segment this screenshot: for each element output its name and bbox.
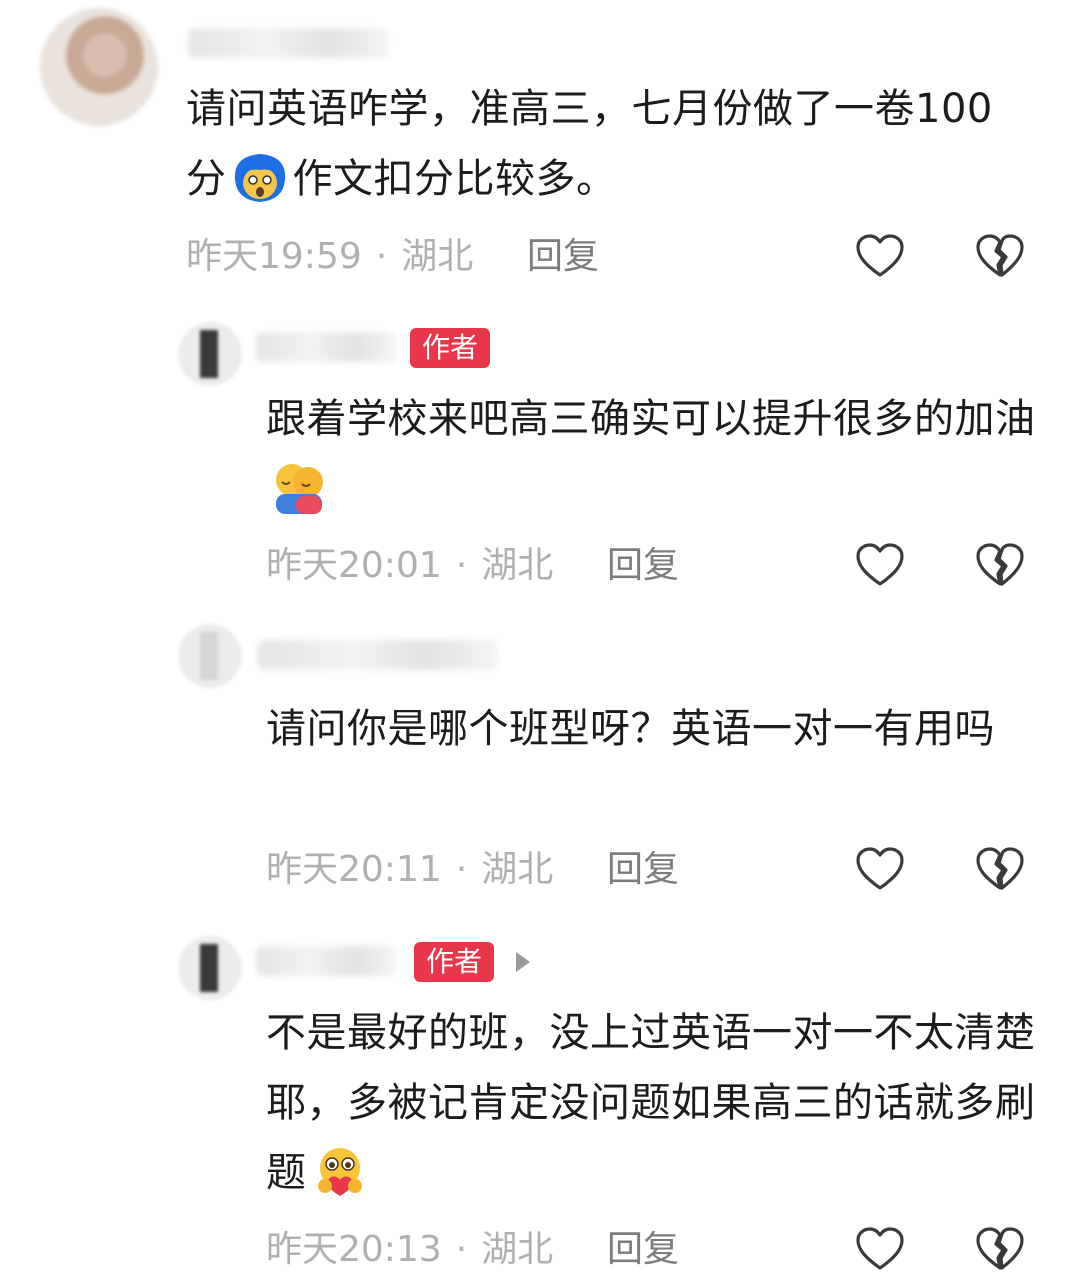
like-button[interactable] [855, 846, 905, 892]
separator: · [455, 545, 468, 586]
comment-text: 请问你是哪个班型呀？英语一对一有用吗 [266, 706, 995, 752]
comment-meta: 昨天19:59 · 湖北 [186, 235, 473, 279]
reply-button[interactable]: 回复 [527, 235, 599, 279]
location: 湖北 [481, 849, 554, 890]
comment-meta: 昨天20:01 · 湖北 [266, 544, 553, 588]
heart-outline-icon [856, 1227, 904, 1270]
heart-outline-icon [856, 847, 904, 890]
avatar[interactable] [178, 624, 242, 688]
separator: · [455, 849, 468, 890]
comment-meta: 昨天20:13 · 湖北 [266, 1228, 553, 1272]
reply-button[interactable]: 回复 [607, 848, 679, 892]
username-blurred[interactable] [256, 332, 396, 362]
comment-text: 请问英语咋学，准高三，七月份做了一卷100分 作文扣分比较多。 [186, 86, 993, 202]
timestamp: 昨天20:13 [266, 1229, 442, 1270]
heart-outline-icon [856, 234, 904, 277]
avatar[interactable] [40, 8, 158, 126]
hug-emoji [268, 460, 330, 514]
username-blurred[interactable] [256, 946, 396, 976]
like-button[interactable] [855, 1226, 905, 1272]
comment-meta: 昨天20:11 · 湖北 [266, 848, 553, 892]
dislike-button[interactable] [975, 846, 1025, 892]
comment-text: 跟着学校来吧高三确实可以提升很多的加油 [266, 384, 1036, 524]
shocked-face-emoji [229, 150, 291, 202]
dislike-button[interactable] [975, 233, 1025, 279]
timestamp: 昨天20:11 [266, 849, 442, 890]
broken-heart-icon [976, 234, 1024, 277]
author-badge: 作者 [414, 942, 495, 982]
username-blurred[interactable] [258, 640, 498, 670]
separator: · [375, 236, 388, 277]
reply-button[interactable]: 回复 [607, 1228, 679, 1272]
location: 湖北 [481, 545, 554, 586]
play-arrow-icon [516, 952, 530, 972]
broken-heart-icon [976, 1227, 1024, 1270]
timestamp: 昨天20:01 [266, 545, 442, 586]
separator: · [455, 1229, 468, 1270]
avatar[interactable] [178, 322, 242, 386]
timestamp: 昨天19:59 [186, 236, 362, 277]
dislike-button[interactable] [975, 542, 1025, 588]
location: 湖北 [481, 1229, 554, 1270]
dislike-button[interactable] [975, 1226, 1025, 1272]
username-blurred[interactable] [188, 28, 388, 58]
reply-button[interactable]: 回复 [607, 544, 679, 588]
broken-heart-icon [976, 543, 1024, 586]
location: 湖北 [401, 236, 474, 277]
avatar[interactable] [178, 936, 242, 1000]
comment-text: 不是最好的班，没上过英语一对一不太清楚耶，多被记肯定没问题如果高三的话就多刷题 [266, 1010, 1036, 1196]
like-button[interactable] [855, 542, 905, 588]
like-button[interactable] [855, 233, 905, 279]
author-badge: 作者 [410, 328, 491, 368]
heart-hands-emoji [309, 1144, 371, 1196]
heart-outline-icon [856, 543, 904, 586]
broken-heart-icon [976, 847, 1024, 890]
